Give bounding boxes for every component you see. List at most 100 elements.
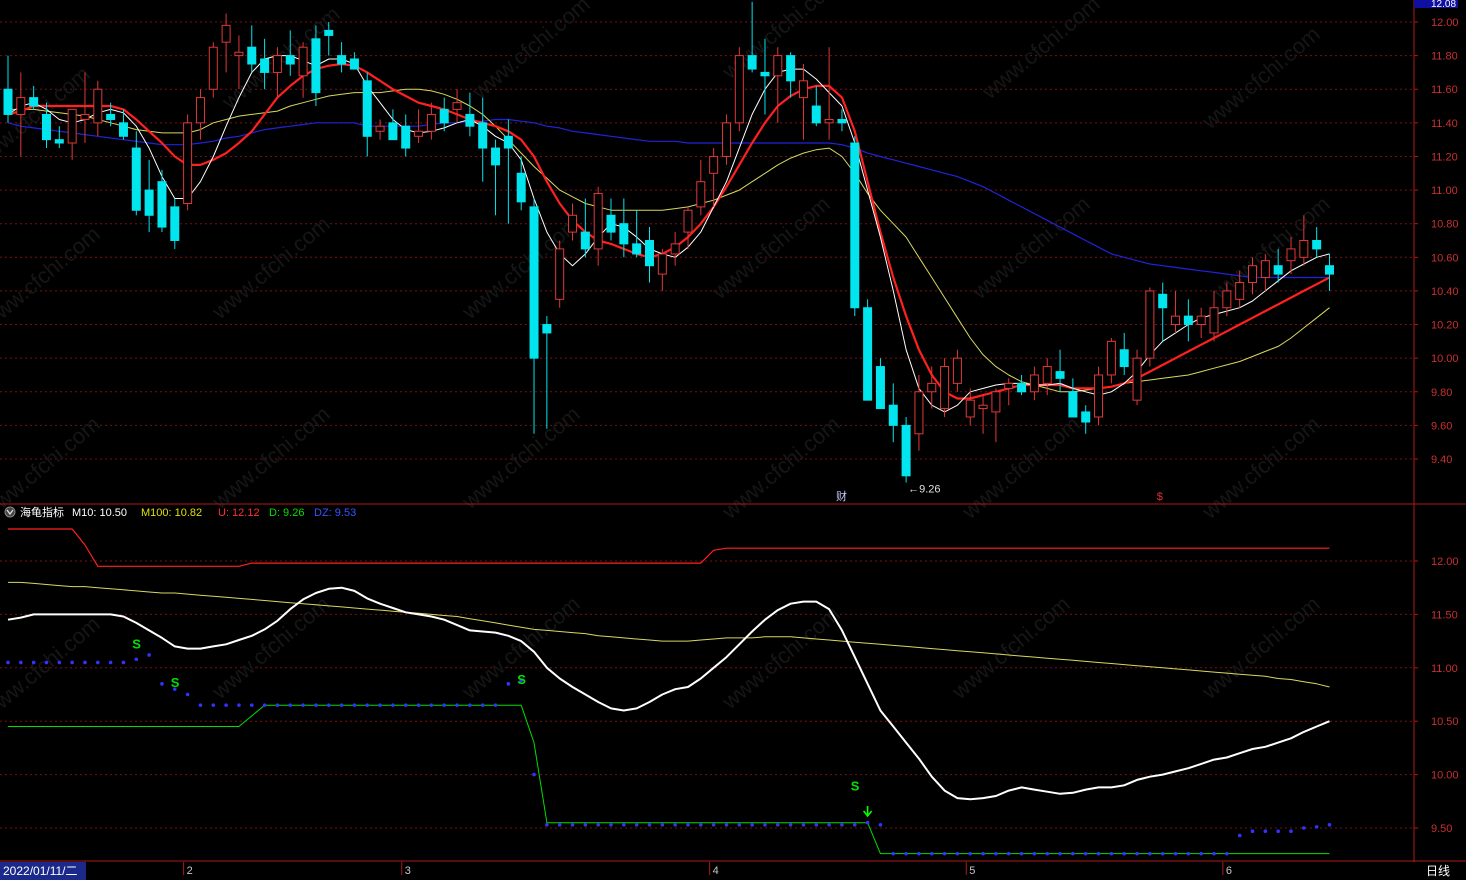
candle-body bbox=[1248, 265, 1258, 284]
candle-body bbox=[3, 88, 13, 115]
candle-body bbox=[234, 51, 244, 57]
y-tick-label: 10.60 bbox=[1431, 252, 1459, 264]
candle-body bbox=[1029, 374, 1039, 393]
dz-dot bbox=[1250, 829, 1255, 834]
candle[interactable] bbox=[1145, 287, 1155, 367]
dz-dot bbox=[1302, 826, 1306, 830]
dz-dot bbox=[1263, 829, 1268, 834]
candle-body bbox=[683, 209, 693, 233]
chart-background bbox=[0, 0, 1466, 880]
candle[interactable] bbox=[1132, 349, 1142, 406]
candle-body bbox=[555, 248, 565, 300]
y-tick-label: 11.80 bbox=[1431, 51, 1458, 63]
candle-body bbox=[1235, 282, 1245, 300]
signal-label: S bbox=[171, 675, 180, 690]
signal-label: S bbox=[851, 779, 860, 794]
dz-dot bbox=[31, 660, 36, 665]
dz-dot bbox=[532, 772, 536, 777]
dz-dot bbox=[878, 822, 883, 827]
candle-body bbox=[747, 55, 757, 70]
dz-dot bbox=[994, 851, 998, 856]
dz-dot bbox=[840, 822, 844, 827]
x-tick-label: 5 bbox=[969, 865, 975, 877]
dz-dot bbox=[6, 660, 10, 665]
candle-body bbox=[452, 102, 462, 110]
indicator-legend: 海龟指标 M10: 10.50 M100: 10.82 U: 12.12 D: … bbox=[4, 505, 356, 519]
candle-body bbox=[1196, 315, 1206, 326]
dz-dot bbox=[160, 682, 164, 686]
dz-dot bbox=[108, 660, 113, 665]
candle-body bbox=[247, 46, 257, 65]
candle-body bbox=[478, 122, 488, 149]
candle[interactable] bbox=[1094, 366, 1104, 426]
candle-body bbox=[1171, 315, 1181, 326]
candle-body bbox=[991, 391, 1001, 413]
dz-dot bbox=[776, 822, 780, 827]
candle-body bbox=[837, 118, 847, 124]
candle[interactable] bbox=[901, 416, 911, 483]
candle[interactable] bbox=[183, 114, 193, 211]
current-price-text: 12.08 bbox=[1431, 0, 1456, 10]
candle-body bbox=[1299, 240, 1309, 258]
dz-dot bbox=[1045, 851, 1050, 856]
candle-body bbox=[721, 122, 731, 157]
dz-dot bbox=[1276, 829, 1280, 834]
dz-dot bbox=[1109, 851, 1114, 856]
dz-dot bbox=[1122, 851, 1127, 856]
collapse-icon[interactable] bbox=[4, 506, 16, 518]
candle-body bbox=[362, 80, 372, 137]
dz-dot bbox=[917, 851, 921, 856]
dz-dot bbox=[391, 703, 395, 707]
y-tick-label: 10.20 bbox=[1431, 320, 1459, 332]
candle-body bbox=[157, 181, 167, 228]
candle[interactable] bbox=[863, 299, 873, 401]
candle-body bbox=[786, 55, 796, 82]
indicator-y-tick-label: 10.00 bbox=[1431, 770, 1459, 782]
candle-body bbox=[670, 243, 680, 255]
min-price-label: ←9.26 bbox=[908, 484, 940, 496]
stock-chart[interactable]: www.cfchi.com www.cfchi.com www.cfchi.com w… bbox=[0, 0, 1466, 880]
candle[interactable] bbox=[850, 136, 860, 317]
dz-dot bbox=[301, 703, 305, 707]
candle-body bbox=[798, 80, 808, 99]
dz-dot bbox=[224, 703, 228, 707]
dz-dot bbox=[955, 851, 960, 856]
candle-body bbox=[657, 253, 667, 275]
y-tick-label: 11.20 bbox=[1431, 151, 1458, 163]
candle-body bbox=[375, 125, 385, 132]
candle[interactable] bbox=[734, 47, 744, 132]
candle-body bbox=[940, 366, 950, 410]
indicator-y-tick-label: 11.50 bbox=[1431, 609, 1458, 621]
candle-body bbox=[863, 307, 873, 401]
candle-body bbox=[1094, 374, 1104, 418]
dz-dot bbox=[968, 851, 973, 856]
dz-dot bbox=[814, 822, 819, 827]
legend-m10: M10: 10.50 bbox=[72, 507, 127, 519]
dz-dot bbox=[262, 703, 267, 707]
dz-dot bbox=[44, 660, 49, 665]
candle-body bbox=[888, 404, 898, 426]
candle-body bbox=[1004, 382, 1014, 389]
dz-dot bbox=[83, 660, 87, 665]
dz-dot bbox=[711, 822, 716, 827]
dz-dot bbox=[403, 703, 408, 707]
dz-dot bbox=[70, 660, 74, 665]
dz-dot bbox=[660, 822, 665, 827]
candle-body bbox=[298, 46, 308, 77]
candle-body bbox=[170, 206, 180, 241]
legend-u: U: 12.12 bbox=[218, 507, 260, 519]
dz-dot bbox=[442, 703, 447, 707]
candle[interactable] bbox=[208, 42, 218, 98]
dz-dot bbox=[942, 851, 947, 856]
dz-dot bbox=[1225, 851, 1229, 856]
dz-dot bbox=[981, 851, 985, 856]
dz-dot bbox=[211, 703, 216, 707]
candle-body bbox=[1273, 265, 1283, 275]
dz-dot bbox=[352, 703, 357, 707]
y-tick-label: 10.40 bbox=[1431, 286, 1459, 298]
period-button[interactable]: 日线 bbox=[1426, 864, 1450, 878]
dz-dot bbox=[557, 822, 562, 827]
dz-dot bbox=[416, 703, 421, 707]
candle[interactable] bbox=[940, 358, 950, 417]
candle[interactable] bbox=[555, 240, 565, 308]
